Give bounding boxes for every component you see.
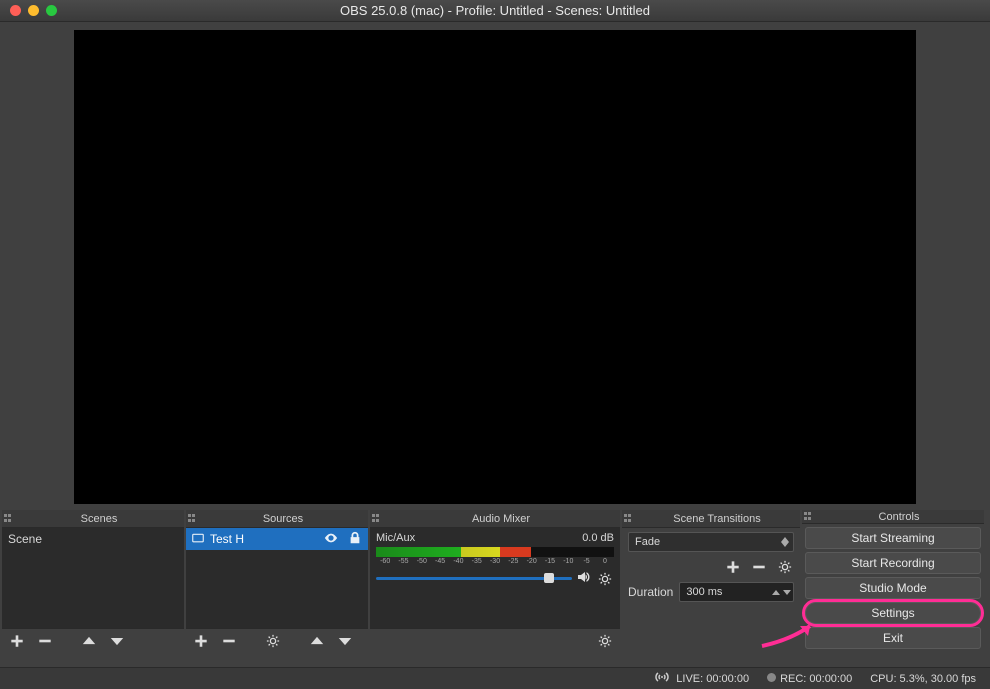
transitions-title: Scene Transitions xyxy=(634,513,800,525)
duration-label: Duration xyxy=(628,585,673,599)
rec-status: REC: 00:00:00 xyxy=(767,673,852,685)
add-source-button[interactable] xyxy=(192,632,210,650)
scenes-toolbar xyxy=(2,628,184,652)
dock-grip-icon xyxy=(188,514,198,524)
remove-transition-button[interactable] xyxy=(750,558,768,576)
sources-toolbar xyxy=(186,628,368,652)
program-preview[interactable] xyxy=(74,30,916,504)
add-transition-button[interactable] xyxy=(724,558,742,576)
source-item[interactable]: Test H xyxy=(186,528,368,550)
sources-header[interactable]: Sources xyxy=(186,510,368,528)
start-streaming-button[interactable]: Start Streaming xyxy=(805,527,981,549)
mixer-body: Mic/Aux 0.0 dB -60-55-50-45-40-35-30-25-… xyxy=(370,528,620,628)
dock-grip-icon xyxy=(372,514,382,524)
channel-name: Mic/Aux xyxy=(376,532,415,544)
move-source-down-button[interactable] xyxy=(336,632,354,650)
cpu-status: CPU: 5.3%, 30.00 fps xyxy=(870,673,976,685)
transitions-dock: Scene Transitions Fade Duration 300 ms xyxy=(622,510,800,652)
duration-input[interactable]: 300 ms xyxy=(679,582,794,602)
meter-ticks: -60-55-50-45-40-35-30-25-20-15-10-50 xyxy=(376,558,614,565)
updown-icon xyxy=(772,586,791,598)
channel-db: 0.0 dB xyxy=(582,532,614,544)
visibility-icon[interactable] xyxy=(324,531,338,548)
broadcast-icon xyxy=(655,672,669,682)
remove-scene-button[interactable] xyxy=(36,632,54,650)
titlebar: OBS 25.0.8 (mac) - Profile: Untitled - S… xyxy=(0,0,990,22)
transition-current: Fade xyxy=(635,536,660,548)
source-name: Test H xyxy=(210,532,244,546)
channel-settings-button[interactable] xyxy=(596,570,614,588)
scenes-title: Scenes xyxy=(14,513,184,525)
audio-meter xyxy=(376,547,614,557)
controls-header[interactable]: Controls xyxy=(802,510,984,524)
start-recording-button[interactable]: Start Recording xyxy=(805,552,981,574)
move-scene-up-button[interactable] xyxy=(80,632,98,650)
controls-title: Controls xyxy=(814,511,984,523)
controls-dock: Controls Start Streaming Start Recording… xyxy=(802,510,984,652)
audio-mixer-dock: Audio Mixer Mic/Aux 0.0 dB -60-55-50-45-… xyxy=(370,510,620,652)
dock-grip-icon xyxy=(804,512,814,522)
move-scene-down-button[interactable] xyxy=(108,632,126,650)
sources-dock: Sources Test H xyxy=(186,510,368,652)
record-dot-icon xyxy=(767,673,776,682)
transitions-body: Fade Duration 300 ms xyxy=(622,528,800,652)
transition-settings-button[interactable] xyxy=(776,558,794,576)
transition-select[interactable]: Fade xyxy=(628,532,794,552)
scenes-list[interactable]: Scene xyxy=(2,528,184,628)
sources-list[interactable]: Test H xyxy=(186,528,368,628)
mixer-header[interactable]: Audio Mixer xyxy=(370,510,620,528)
dock-grip-icon xyxy=(624,514,634,524)
volume-slider[interactable] xyxy=(376,577,572,580)
studio-mode-button[interactable]: Studio Mode xyxy=(805,577,981,599)
scenes-header[interactable]: Scenes xyxy=(2,510,184,528)
remove-source-button[interactable] xyxy=(220,632,238,650)
dock-grip-icon xyxy=(4,514,14,524)
preview-area xyxy=(0,22,990,510)
volume-row xyxy=(376,569,614,588)
transitions-header[interactable]: Scene Transitions xyxy=(622,510,800,528)
move-source-up-button[interactable] xyxy=(308,632,326,650)
add-scene-button[interactable] xyxy=(8,632,26,650)
exit-button[interactable]: Exit xyxy=(805,627,981,649)
window-title: OBS 25.0.8 (mac) - Profile: Untitled - S… xyxy=(0,3,990,18)
sources-title: Sources xyxy=(198,513,368,525)
speaker-icon[interactable] xyxy=(576,569,592,588)
mixer-title: Audio Mixer xyxy=(382,513,620,525)
mixer-channel: Mic/Aux 0.0 dB -60-55-50-45-40-35-30-25-… xyxy=(370,528,620,590)
lock-icon[interactable] xyxy=(348,531,362,548)
updown-icon xyxy=(781,537,789,547)
dock-row: Scenes Scene Sources Test H xyxy=(0,510,990,652)
mixer-settings-button[interactable] xyxy=(596,632,614,650)
settings-button[interactable]: Settings xyxy=(805,602,981,624)
controls-body: Start Streaming Start Recording Studio M… xyxy=(802,524,984,652)
scenes-dock: Scenes Scene xyxy=(2,510,184,652)
source-properties-button[interactable] xyxy=(264,632,282,650)
mixer-toolbar xyxy=(370,628,620,652)
scene-item[interactable]: Scene xyxy=(2,528,184,550)
duration-value: 300 ms xyxy=(686,586,722,598)
source-type-icon xyxy=(192,532,204,547)
status-bar: LIVE: 00:00:00 REC: 00:00:00 CPU: 5.3%, … xyxy=(0,667,990,689)
live-status: LIVE: 00:00:00 xyxy=(655,672,749,685)
